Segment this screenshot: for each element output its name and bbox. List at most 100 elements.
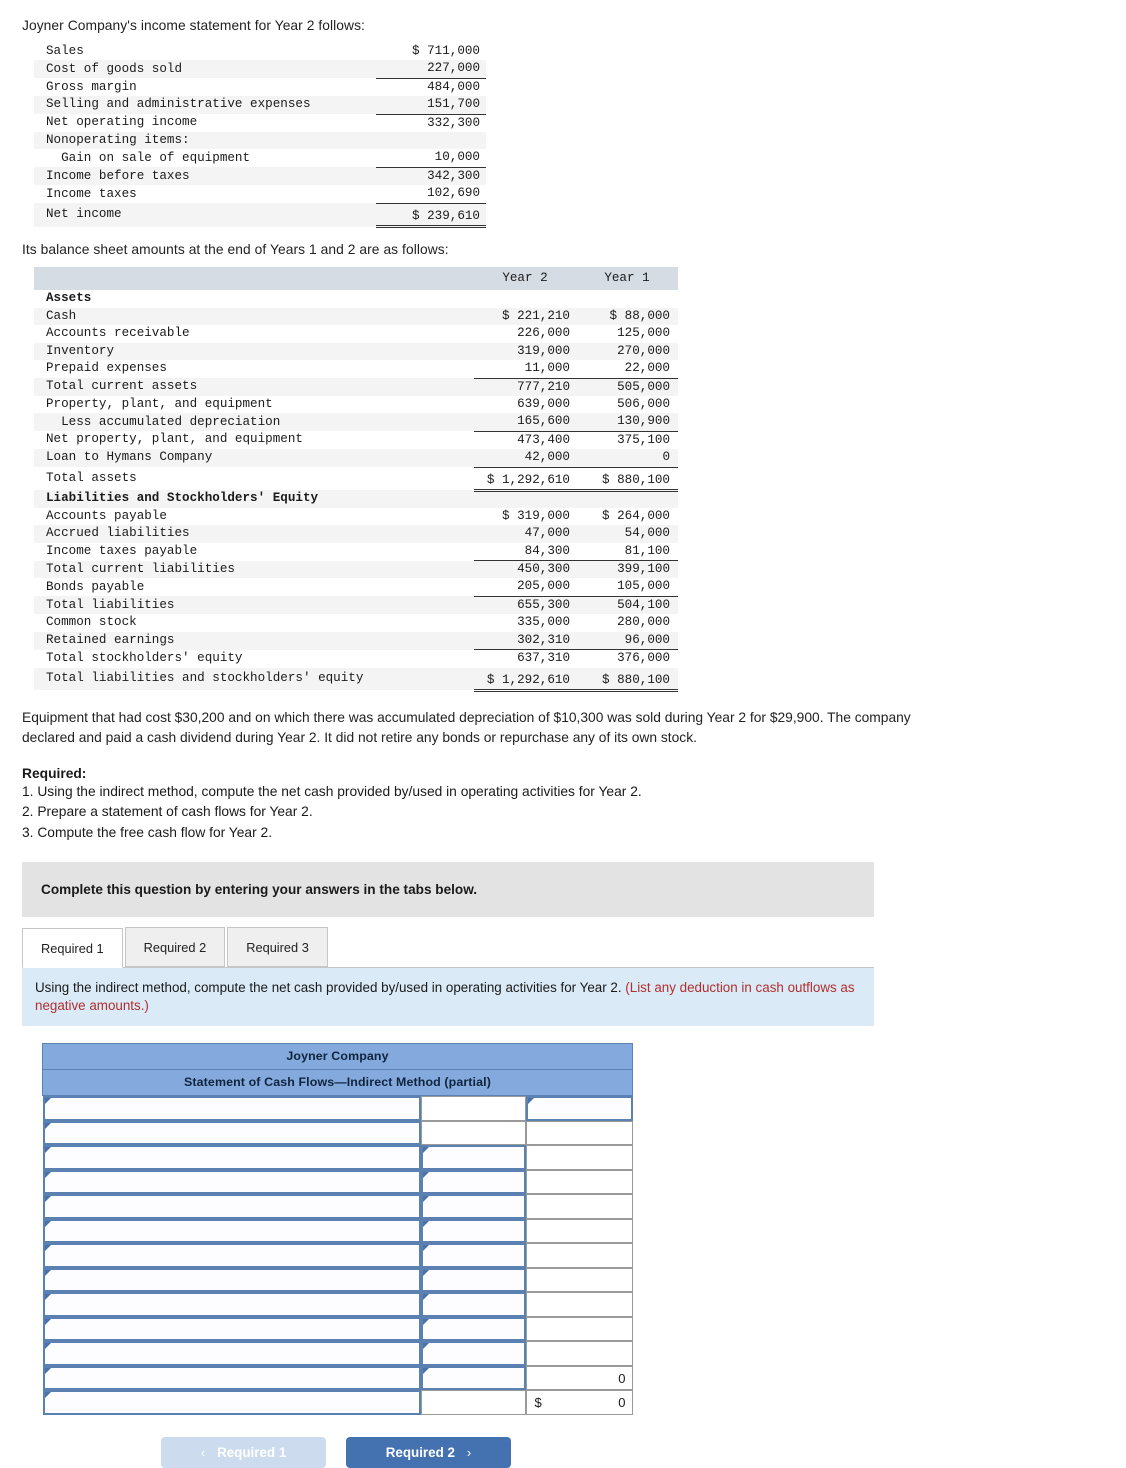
amount-input-cell-middle[interactable]	[420, 1267, 526, 1293]
balance-sheet-year1-value: $ 880,100	[576, 467, 678, 492]
amount-input-cell-middle[interactable]	[420, 1292, 526, 1317]
balance-sheet-row: Income taxes payable 84,300 81,100	[34, 542, 678, 562]
amount-input-cell-middle[interactable]	[420, 1218, 526, 1244]
balance-sheet-label: Total current liabilities	[46, 561, 235, 576]
income-statement-row: Net income $ 239,610	[34, 203, 486, 229]
amount-input-cell-right[interactable]	[525, 1194, 633, 1219]
amount-input-cell-middle[interactable]	[420, 1365, 526, 1391]
balance-sheet-row: Common stock 335,000 280,000	[34, 614, 678, 631]
previous-button-label: Required 1	[217, 1444, 287, 1460]
balance-sheet-label: Net property, plant, and equipment	[46, 432, 303, 447]
balance-sheet-row: Assets	[34, 290, 678, 307]
amount-input-cell-middle[interactable]	[420, 1390, 526, 1415]
tab-required-3[interactable]: Required 3	[227, 927, 328, 968]
balance-sheet-blank-header	[34, 267, 474, 291]
amount-input-cell-middle[interactable]	[420, 1194, 526, 1219]
balance-sheet-label: Property, plant, and equipment	[46, 396, 273, 411]
balance-sheet-year2-value: 302,310	[474, 631, 576, 651]
income-statement-intro: Joyner Company's income statement for Ye…	[22, 18, 365, 33]
balance-sheet-row: Prepaid expenses 11,000 22,000	[34, 360, 678, 379]
balance-sheet-year2-value: 226,000	[517, 326, 570, 341]
cash-flow-answer-grid: Joyner Company Statement of Cash Flows—I…	[42, 1043, 633, 1415]
description-cell-value	[45, 1147, 419, 1150]
income-statement-label: Selling and administrative expenses	[46, 97, 311, 112]
description-dropdown-cell[interactable]	[42, 1267, 421, 1293]
balance-sheet-row: Retained earnings 302,310 96,000	[34, 631, 678, 651]
balance-sheet-year1-value: 81,100	[576, 542, 678, 562]
balance-sheet-row: Property, plant, and equipment 639,000 506…	[34, 396, 678, 413]
amount-middle-value	[423, 1319, 524, 1322]
description-cell-value	[45, 1368, 419, 1371]
amount-input-cell-right[interactable]	[525, 1292, 633, 1317]
amount-input-cell-right[interactable]	[525, 1218, 633, 1244]
description-cell-value	[45, 1294, 419, 1297]
balance-sheet-body: Assets Cash $ 221,210 $ 88,000 Accounts rece…	[34, 290, 678, 692]
description-dropdown-cell[interactable]	[42, 1120, 421, 1146]
description-cell-value	[45, 1319, 419, 1322]
answer-grid-row: 0	[42, 1365, 633, 1391]
amount-middle-value	[423, 1294, 524, 1297]
grid-company-title: Joyner Company	[42, 1043, 633, 1071]
amount-input-cell-right[interactable]: 0	[525, 1365, 633, 1391]
requirement-item: 3. Compute the free cash flow for Year 2…	[22, 824, 273, 840]
balance-sheet-label: Inventory	[46, 343, 115, 358]
balance-sheet-row: Liabilities and Stockholders' Equity	[34, 490, 678, 508]
balance-sheet-intro: Its balance sheet amounts at the end of …	[22, 242, 449, 258]
amount-input-cell-middle[interactable]	[420, 1341, 526, 1366]
answer-grid-row	[42, 1267, 633, 1293]
requirement-tabs: Required 1 Required 2 Required 3	[22, 927, 874, 969]
amount-input-cell-middle[interactable]	[420, 1169, 526, 1195]
balance-sheet-year1-value: 0	[576, 449, 678, 468]
next-requirement-button[interactable]: Required 2 ›	[346, 1436, 511, 1468]
description-cell-value	[45, 1343, 419, 1346]
amount-middle-value	[422, 1097, 525, 1100]
amount-right-value	[527, 1244, 632, 1247]
description-dropdown-cell[interactable]	[42, 1218, 421, 1244]
balance-sheet-year2-value: 47,000	[524, 526, 570, 541]
description-dropdown-cell[interactable]	[42, 1316, 421, 1342]
income-statement-label: Net income	[46, 207, 122, 222]
amount-input-cell-middle[interactable]	[420, 1096, 526, 1121]
description-dropdown-cell[interactable]	[42, 1341, 421, 1366]
amount-input-cell-right[interactable]: $0	[525, 1390, 633, 1415]
description-dropdown-cell[interactable]	[42, 1292, 421, 1317]
amount-input-cell-middle[interactable]	[420, 1316, 526, 1342]
tab-required-2[interactable]: Required 2	[124, 927, 226, 968]
description-dropdown-cell[interactable]	[42, 1365, 421, 1391]
description-cell-value	[45, 1245, 419, 1248]
income-statement-label: Gross margin	[46, 79, 137, 94]
amount-right-value	[527, 1220, 632, 1223]
description-dropdown-cell[interactable]	[42, 1243, 421, 1268]
previous-requirement-button[interactable]: ‹ Required 1	[161, 1436, 326, 1468]
income-statement-row: Nonoperating items:	[34, 132, 486, 150]
amount-input-cell-right[interactable]	[525, 1267, 633, 1293]
amount-input-cell-middle[interactable]	[420, 1243, 526, 1268]
balance-sheet-label: Total liabilities and stockholders' equi…	[46, 671, 364, 686]
income-statement-value: 227,000	[376, 60, 486, 79]
amount-input-cell-right[interactable]	[525, 1145, 633, 1170]
amount-middle-value	[423, 1147, 524, 1150]
amount-middle-value	[423, 1368, 524, 1371]
amount-right-value	[527, 1195, 632, 1198]
tab-required-1[interactable]: Required 1	[22, 928, 123, 969]
balance-sheet-label: Common stock	[46, 615, 137, 630]
amount-input-cell-right[interactable]	[525, 1316, 633, 1342]
balance-sheet-label: Accrued liabilities	[46, 526, 190, 541]
balance-sheet-year2-value: 655,300	[517, 597, 570, 612]
amount-input-cell-right[interactable]	[525, 1096, 633, 1121]
amount-middle-value	[423, 1221, 524, 1224]
amount-middle-value	[423, 1245, 524, 1248]
amount-input-cell-right[interactable]	[525, 1169, 633, 1195]
description-dropdown-cell[interactable]	[42, 1194, 421, 1219]
description-dropdown-cell[interactable]	[42, 1145, 421, 1170]
description-cell-value	[45, 1270, 419, 1273]
description-dropdown-cell[interactable]	[42, 1169, 421, 1195]
balance-sheet-row: Less accumulated depreciation 165,600 130,…	[34, 413, 678, 432]
amount-input-cell-right[interactable]	[525, 1243, 633, 1268]
amount-input-cell-middle[interactable]	[420, 1145, 526, 1170]
description-dropdown-cell[interactable]	[42, 1096, 421, 1121]
amount-input-cell-right[interactable]	[525, 1120, 633, 1146]
amount-input-cell-right[interactable]	[525, 1341, 633, 1366]
description-dropdown-cell[interactable]	[42, 1390, 421, 1415]
amount-input-cell-middle[interactable]	[420, 1120, 526, 1146]
